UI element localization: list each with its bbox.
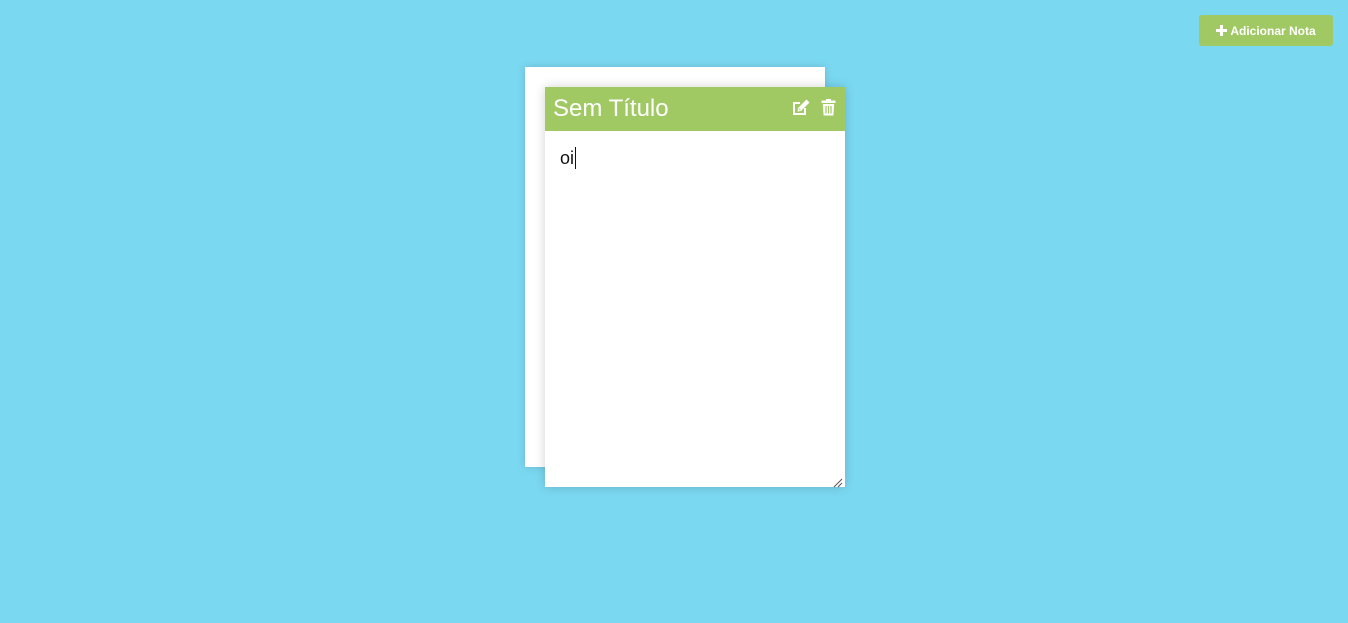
note-textarea[interactable]: oi: [545, 131, 845, 487]
resize-handle[interactable]: [833, 475, 843, 488]
note-content: oi: [560, 148, 575, 168]
edit-note-button[interactable]: [791, 98, 810, 117]
plus-icon: [1216, 25, 1228, 36]
note-title: Sem Título: [553, 95, 669, 122]
note-card: Sem Título oi: [545, 87, 845, 488]
add-note-label: Adicionar Nota: [1230, 23, 1316, 38]
add-note-button[interactable]: Adicionar Nota: [1199, 15, 1333, 46]
note-body: oi: [545, 131, 845, 488]
note-header: Sem Título: [545, 87, 845, 131]
delete-note-button[interactable]: [819, 98, 838, 117]
note-tools: [791, 98, 838, 117]
text-caret: [575, 147, 577, 169]
edit-icon: [791, 99, 810, 116]
trash-icon: [821, 98, 836, 116]
